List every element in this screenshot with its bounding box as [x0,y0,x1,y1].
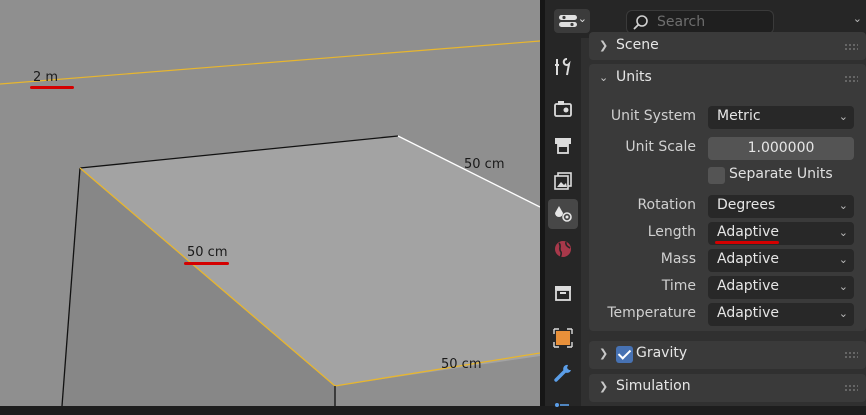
images-icon [554,172,572,190]
properties-editor-icon [559,15,577,27]
rotation-label: Rotation [637,197,696,213]
scene-icon [555,206,572,222]
grid-line [0,40,540,85]
dimension-label-bottom-edge: 50 cm [441,357,482,372]
rotation-value: Degrees [717,197,776,213]
mass-dropdown[interactable]: Adaptive ⌄ [708,249,854,272]
3d-viewport[interactable]: 2 m 50 cm 50 cm 50 cm [0,0,540,406]
particles-icon [555,403,569,407]
panel-scene[interactable]: ❯ Scene [589,32,866,60]
mass-label: Mass [660,251,696,267]
chevron-right-icon: ❯ [599,380,609,393]
panel-gravity-title: Gravity [636,345,688,361]
viewport-canvas [0,40,540,406]
panel-units-title: Units [616,69,652,85]
search-input[interactable] [657,13,767,31]
rotation-dropdown[interactable]: Degrees ⌄ [708,195,854,218]
tab-render[interactable] [548,94,578,124]
world-icon [555,241,571,258]
search-icon [633,15,648,30]
panel-gravity[interactable]: ❯ Gravity [589,341,866,369]
chevron-right-icon: ❯ [599,347,609,360]
length-label: Length [647,224,696,240]
dimension-label-grid: 2 m [33,70,59,85]
tab-output[interactable] [548,130,578,160]
tab-view-layer[interactable] [548,166,578,196]
gravity-checkbox[interactable] [616,346,633,363]
panel-scene-header[interactable]: ❯ Scene [589,34,866,60]
time-label: Time [661,278,696,294]
temperature-dropdown[interactable]: Adaptive ⌄ [708,303,854,326]
unit-scale-field[interactable]: 1.000000 [708,137,854,160]
editor-type-button[interactable]: ⌄ [554,9,590,33]
camera-back-icon [554,101,572,117]
panel-simulation[interactable]: ❯ Simulation [589,374,866,402]
temperature-label: Temperature [607,305,696,321]
unit-system-value: Metric [717,108,761,124]
properties-panels: ❯ Scene ⌄ Units Unit System Metric ⌄ Uni… [589,32,866,406]
length-value: Adaptive [717,224,779,240]
wrench-icon [554,364,571,382]
temperature-value: Adaptive [717,305,779,321]
chevron-right-icon: ❯ [599,39,609,52]
panel-units-header[interactable]: ⌄ Units [589,66,866,92]
tab-scene[interactable] [548,199,578,229]
chevron-down-icon: ⌄ [838,199,848,212]
panel-gravity-header[interactable]: ❯ Gravity [589,342,866,368]
drag-grip-icon[interactable] [844,43,858,51]
chevron-down-icon: ⌄ [838,307,848,320]
drag-grip-icon[interactable] [844,75,858,83]
printer-icon [555,138,571,154]
red-annotation-underline [715,241,779,244]
unit-system-label: Unit System [610,108,696,124]
panel-units: ⌄ Units Unit System Metric ⌄ Unit Scale … [589,64,866,331]
unit-system-dropdown[interactable]: Metric ⌄ [708,106,854,129]
drag-grip-icon[interactable] [844,384,858,392]
chevron-down-icon[interactable]: ⌄ [853,12,862,25]
red-annotation-underline [184,262,229,265]
tab-world[interactable] [548,234,578,264]
separate-units-label: Separate Units [729,166,833,182]
mass-value: Adaptive [717,251,779,267]
tab-tool[interactable] [548,52,578,82]
red-annotation-underline [30,86,74,89]
wrench-screwdriver-icon [555,58,571,76]
tab-object[interactable] [548,323,578,353]
panel-simulation-title: Simulation [616,378,691,394]
tab-collection[interactable] [548,278,578,308]
separate-units-checkbox[interactable] [708,167,725,184]
panel-simulation-header[interactable]: ❯ Simulation [589,375,866,401]
chevron-down-icon: ⌄ [838,280,848,293]
tab-particles[interactable] [548,390,578,407]
box-icon [555,286,571,301]
chevron-down-icon: ⌄ [838,110,848,123]
object-icon [553,328,573,348]
panel-scene-title: Scene [616,37,659,53]
dimension-label-right-edge: 50 cm [464,157,505,172]
properties-tab-strip [545,38,581,407]
chevron-down-icon: ⌄ [838,226,848,239]
time-dropdown[interactable]: Adaptive ⌄ [708,276,854,299]
dimension-label-front-edge: 50 cm [187,245,228,260]
search-field[interactable] [626,10,774,34]
unit-scale-label: Unit Scale [625,139,696,155]
drag-grip-icon[interactable] [844,351,858,359]
chevron-down-icon: ⌄ [838,253,848,266]
tab-modifiers[interactable] [548,358,578,388]
time-value: Adaptive [717,278,779,294]
properties-editor: ⌄ ⌄ [545,0,866,407]
chevron-down-icon: ⌄ [599,71,609,84]
chevron-down-icon: ⌄ [577,12,587,25]
